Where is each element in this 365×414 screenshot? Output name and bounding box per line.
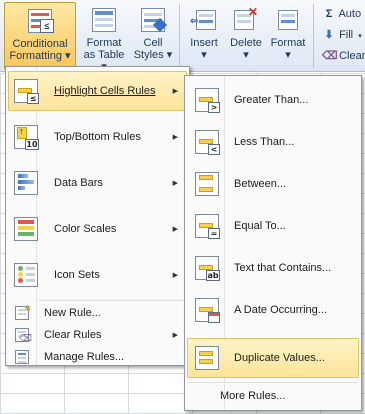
submenu-arrow-icon: ▶ [172,226,178,233]
fill-down-icon: ⬇ [324,29,334,41]
chevron-down-icon: ▾ [201,49,207,61]
insert-label: Insert [190,37,218,49]
conditional-formatting-label-2: Formatting [9,50,62,62]
submenu-item-label: Less Than... [234,136,295,148]
format-as-table-button[interactable]: Format as Table ▾ [80,2,128,73]
cell-styles-icon [139,6,168,34]
menu-item-label: New Rule... [44,307,101,319]
submenu-item-label: Equal To... [234,220,286,232]
chevron-down-icon: ▾ [65,50,71,62]
date-occurring-icon [195,298,220,323]
menu-item-label: Manage Rules... [44,351,125,363]
cell-styles-label-1: Cell [143,37,163,49]
ribbon-home-styles-cells: ≤ Conditional Formatting ▾ Format as Tab… [0,0,365,73]
greater-than-icon: > [195,88,220,113]
icon-sets-icon [14,263,38,287]
submenu-item-date-occurring[interactable]: A Date Occurring... [187,290,359,330]
autosum-label: Auto [338,8,362,20]
submenu-item-text-contains[interactable]: ab Text that Contains... [187,248,359,288]
menu-item-data-bars[interactable]: Data Bars ▶ [8,163,187,203]
menu-item-label: Highlight Cells Rules [54,85,156,97]
chevron-down-icon: ▾ [358,33,362,40]
format-as-table-icon [90,6,118,34]
submenu-item-more-rules[interactable]: More Rules... [187,385,359,407]
top-bottom-rules-icon: ↑ 10 [14,125,39,150]
ribbon-group-divider [179,4,180,68]
delete-cells-icon: ✕ [232,6,260,34]
submenu-item-label: A Date Occurring... [234,304,327,316]
submenu-arrow-icon: ▶ [172,88,178,95]
submenu-item-greater-than[interactable]: > Greater Than... [187,80,359,120]
submenu-item-label: Greater Than... [234,94,309,106]
submenu-item-label: Duplicate Values... [234,352,325,364]
autosum-button[interactable]: Σ Auto [322,4,361,24]
highlight-cells-rules-icon: ≤ [14,79,39,104]
chevron-down-icon: ▾ [166,49,173,61]
color-scales-icon [14,217,38,241]
menu-item-icon-sets[interactable]: Icon Sets ▶ [8,255,187,295]
conditional-formatting-button[interactable]: ≤ Conditional Formatting ▾ [4,2,76,70]
menu-separator [38,300,185,301]
submenu-item-between[interactable]: Between... [187,164,359,204]
submenu-arrow-icon: ▶ [172,180,178,187]
eraser-icon: ⌫ [322,50,338,62]
format-cells-icon [274,6,302,34]
menu-item-label: Color Scales [54,223,117,235]
submenu-item-label: Between... [234,178,286,190]
conditional-formatting-icon: ≤ [26,7,54,35]
menu-item-color-scales[interactable]: Color Scales ▶ [8,209,187,249]
submenu-arrow-icon: ▶ [172,332,178,339]
fill-label: Fill [339,29,354,41]
ribbon-group-divider [313,4,314,68]
format-label: Format [270,37,306,49]
between-icon [195,172,219,196]
clear-label: Clear [339,50,365,62]
cell-styles-button[interactable]: Cell Styles ▾ [130,2,176,70]
highlight-cells-rules-submenu: > Greater Than... < Less Than... Between… [184,75,362,411]
menu-item-highlight-cells-rules[interactable]: ≤ Highlight Cells Rules ▶ [8,71,187,111]
submenu-arrow-icon: ▶ [172,134,178,141]
menu-item-top-bottom-rules[interactable]: ↑ 10 Top/Bottom Rules ▶ [8,117,187,157]
delete-label: Delete [230,37,262,49]
manage-rules-icon [15,350,29,364]
format-button[interactable]: Format ▾ [268,2,308,70]
equal-to-icon: = [195,214,220,239]
insert-button[interactable]: ⇐ Insert ▾ [184,2,224,70]
menu-item-label: Top/Bottom Rules [54,131,141,143]
new-rule-icon: ✱ [15,304,31,320]
menu-item-new-rule[interactable]: ✱ New Rule... [8,302,187,324]
duplicate-values-icon [195,346,219,370]
submenu-item-less-than[interactable]: < Less Than... [187,122,359,162]
chevron-down-icon: ▾ [243,49,249,61]
submenu-item-equal-to[interactable]: = Equal To... [187,206,359,246]
insert-cells-icon: ⇐ [190,6,218,34]
submenu-item-label: Text that Contains... [234,262,332,274]
format-as-table-label-1: Format [86,37,122,49]
delete-button[interactable]: ✕ Delete ▾ [226,2,266,70]
data-bars-icon [14,171,38,195]
submenu-arrow-icon: ▶ [172,272,178,279]
format-as-table-label-2: as Table [83,49,125,61]
menu-separator [188,382,358,383]
autosum-icon: Σ [325,8,333,20]
menu-item-clear-rules[interactable]: ⌫ Clear Rules ▶ [8,324,187,346]
menu-item-label: Icon Sets [54,269,100,281]
text-contains-icon: ab [195,256,220,281]
menu-item-manage-rules[interactable]: Manage Rules... [8,346,187,368]
menu-item-label: Data Bars [54,177,103,189]
menu-item-label: Clear Rules [44,329,102,341]
cell-styles-label-2: Styles [133,49,164,61]
conditional-formatting-label-1: Conditional [12,38,68,50]
clear-button[interactable]: ⌫ Clear [322,46,365,66]
submenu-item-label: More Rules... [220,390,286,402]
less-than-icon: < [195,130,220,155]
submenu-item-duplicate-values[interactable]: Duplicate Values... [187,338,359,378]
fill-button[interactable]: ⬇ Fill ▾ [322,25,362,45]
clear-rules-icon: ⌫ [15,328,32,343]
chevron-down-icon: ▾ [285,49,291,61]
conditional-formatting-menu: ≤ Highlight Cells Rules ▶ ↑ 10 Top/Botto… [5,66,190,366]
